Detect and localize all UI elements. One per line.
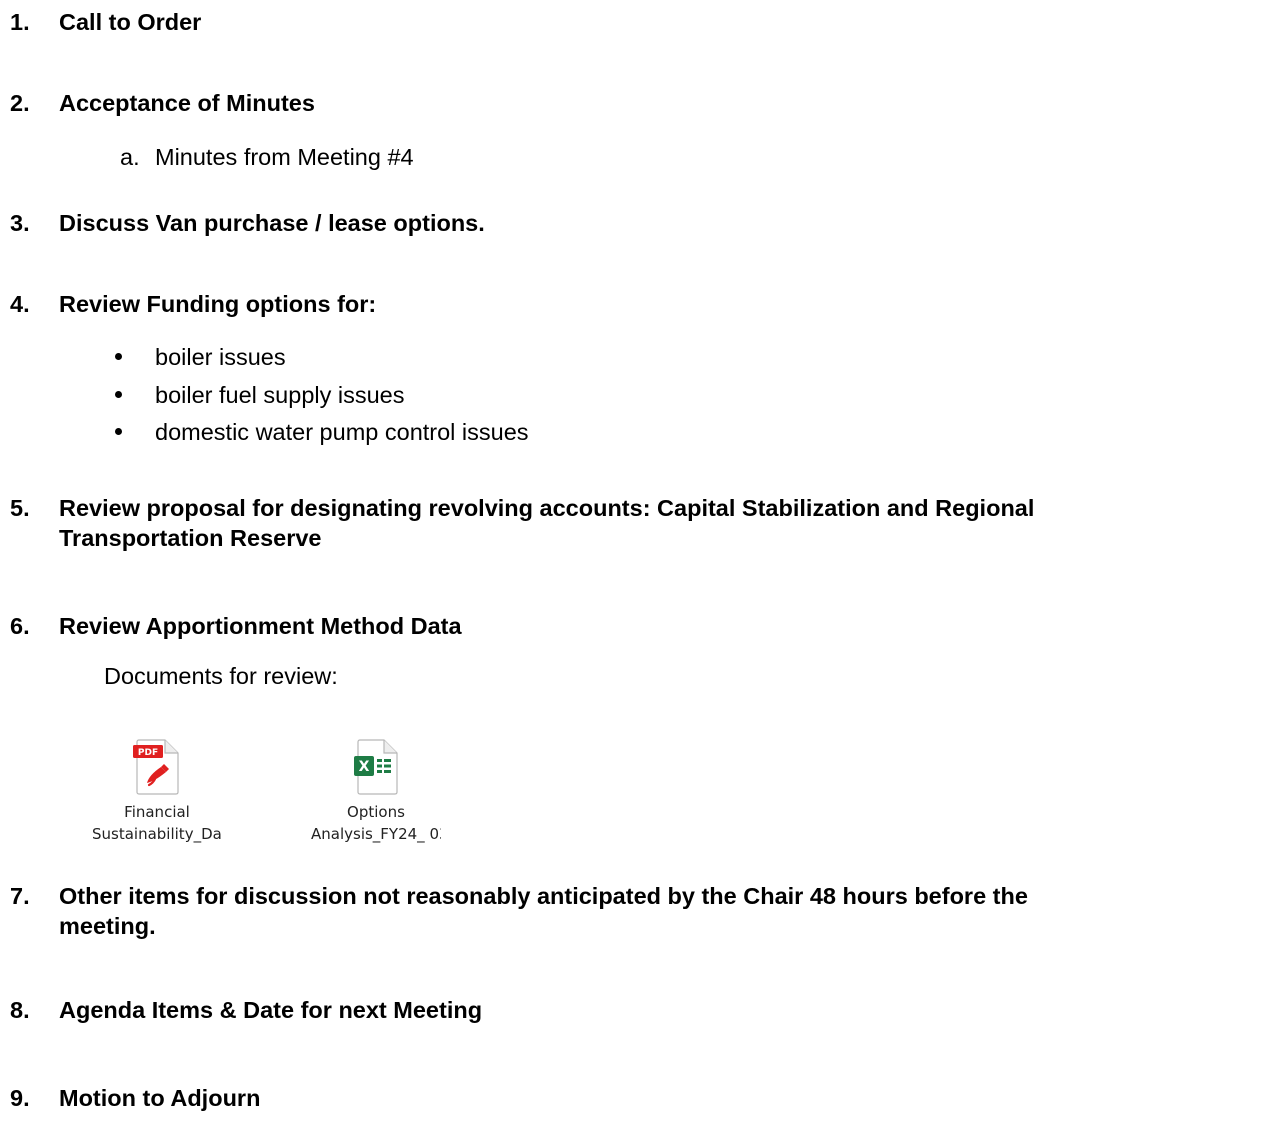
sub-item-text: Minutes from Meeting #4: [155, 144, 414, 170]
sub-item-letter: a.: [120, 144, 140, 170]
bullet-icon: [115, 428, 122, 435]
svg-text:X: X: [359, 759, 370, 775]
item-title: Call to Order: [59, 9, 202, 35]
item-title: Discuss Van purchase / lease options.: [59, 210, 485, 236]
pdf-file-icon: PDF: [133, 739, 179, 795]
item-number: 8.: [10, 997, 30, 1023]
bullet-icon: [115, 391, 122, 398]
item-title: Agenda Items & Date for next Meeting: [59, 997, 483, 1023]
attachment-excel[interactable]: X Options Analysis_FY24_ 03022: [311, 739, 441, 845]
item-number: 7.: [10, 883, 30, 909]
item-title: Review Funding options for:: [59, 291, 377, 317]
item-number: 2.: [10, 90, 30, 116]
item-number: 6.: [10, 613, 30, 639]
svg-text:PDF: PDF: [138, 748, 158, 758]
item-number: 1.: [10, 9, 30, 35]
bullet-text: boiler issues: [155, 344, 286, 370]
item-title: Review Apportionment Method Data: [59, 613, 462, 639]
item-title-line1: Review proposal for designating revolvin…: [59, 495, 1035, 521]
bullet-text: boiler fuel supply issues: [155, 382, 405, 408]
attachment-name-line2: Analysis_FY24_ 03022: [311, 825, 441, 843]
item-title-line2: Transportation Reserve: [59, 525, 322, 551]
excel-file-icon: X: [354, 739, 398, 795]
item-number: 4.: [10, 291, 30, 317]
item-number: 9.: [10, 1085, 30, 1111]
item-title-line1: Other items for discussion not reasonabl…: [59, 883, 1028, 909]
attachment-name-line2: Sustainability_Data Up: [92, 825, 222, 843]
bullet-text: domestic water pump control issues: [155, 419, 529, 445]
item-title: Motion to Adjourn: [59, 1085, 261, 1111]
attachment-name-line1: Financial: [124, 803, 190, 821]
item-title-line2: meeting.: [59, 913, 156, 939]
attachment-name-line1: Options: [347, 803, 405, 821]
documents-label: Documents for review:: [104, 663, 338, 689]
item-number: 3.: [10, 210, 30, 236]
attachment-pdf[interactable]: PDF Financial Sustainability_Data Up: [92, 739, 222, 845]
bullet-icon: [115, 353, 122, 360]
item-title: Acceptance of Minutes: [59, 90, 315, 116]
item-number: 5.: [10, 495, 30, 521]
